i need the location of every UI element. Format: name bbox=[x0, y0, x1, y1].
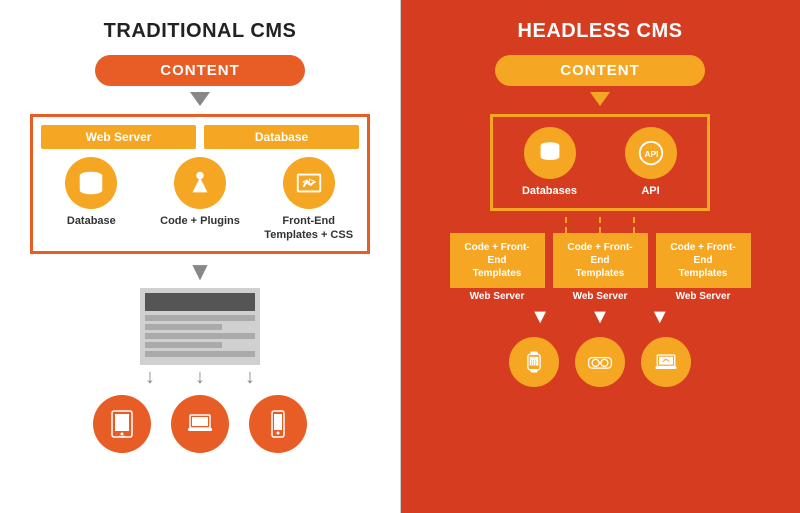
databases-icon-box: Databases bbox=[503, 127, 596, 198]
database-icon-box: Database bbox=[41, 157, 142, 243]
databases-icon-circle bbox=[524, 127, 576, 179]
svg-text:))): ))) bbox=[531, 359, 537, 366]
webpage-mockup bbox=[140, 288, 260, 365]
server-box-2: Code + Front-EndTemplates bbox=[553, 233, 648, 288]
server-box-1: Code + Front-EndTemplates bbox=[450, 233, 545, 288]
trad-arrow-center: ↓ bbox=[195, 367, 205, 387]
headless-devices-row: ))) bbox=[509, 333, 691, 387]
dashed-line-1 bbox=[565, 217, 567, 233]
database-badge: Database bbox=[204, 125, 359, 149]
smartwatch-icon: ))) bbox=[520, 348, 548, 376]
headless-laptop-icon bbox=[652, 348, 680, 376]
frontend-label: Front-EndTemplates + CSS bbox=[264, 214, 353, 243]
webpage-line-4 bbox=[145, 342, 222, 348]
headless-laptop-device bbox=[641, 337, 691, 387]
databases-label: Databases bbox=[522, 184, 577, 198]
plugins-icon-box: Code + Plugins bbox=[150, 157, 251, 243]
laptop-icon bbox=[184, 408, 216, 440]
api-icon: API bbox=[636, 138, 666, 168]
traditional-content-pill: CONTENT bbox=[95, 55, 305, 86]
headless-content-pill: CONTENT bbox=[495, 55, 705, 86]
traditional-devices-row bbox=[93, 395, 307, 453]
headless-title: HEADLESS CMS bbox=[518, 20, 683, 43]
panel-divider bbox=[400, 0, 401, 513]
headless-main-box: Databases API API bbox=[490, 114, 710, 211]
server-col-3: Code + Front-EndTemplates Web Server bbox=[656, 233, 751, 302]
server-label-2: Web Server bbox=[573, 291, 628, 302]
traditional-icons-row: Database Code + Plugins bbox=[41, 157, 359, 243]
headless-arrow-1 bbox=[590, 92, 610, 106]
dashed-line-2 bbox=[599, 217, 601, 233]
server-col-1: Code + Front-EndTemplates Web Server bbox=[450, 233, 545, 302]
phone-device bbox=[249, 395, 307, 453]
svg-text:</>: </> bbox=[302, 177, 316, 187]
server-label-3: Web Server bbox=[676, 291, 731, 302]
database-icon-circle bbox=[65, 157, 117, 209]
headless-cms-panel: HEADLESS CMS CONTENT Databases bbox=[400, 0, 800, 513]
database-label: Database bbox=[67, 214, 116, 228]
traditional-arrows-row: ↓ ↓ ↓ bbox=[145, 367, 255, 387]
webpage-line-3 bbox=[145, 333, 255, 339]
webpage-line-2 bbox=[145, 324, 222, 330]
vr-glasses-device bbox=[575, 337, 625, 387]
webpage-header bbox=[145, 293, 255, 311]
traditional-title: TRADITIONAL CMS bbox=[104, 20, 297, 43]
traditional-arrow-1 bbox=[190, 92, 210, 106]
server-label-1: Web Server bbox=[470, 291, 525, 302]
frontend-icon-box: </> Front-EndTemplates + CSS bbox=[258, 157, 359, 243]
frontend-icon-circle: </> bbox=[283, 157, 335, 209]
server-col-2: Code + Front-EndTemplates Web Server bbox=[553, 233, 648, 302]
traditional-cms-panel: TRADITIONAL CMS CONTENT Web Server Datab… bbox=[0, 0, 400, 513]
headless-arrows-row: ▼ ▼ ▼ bbox=[530, 306, 669, 329]
headless-dashed-lines bbox=[565, 217, 635, 233]
databases-icon bbox=[535, 138, 565, 168]
laptop-device bbox=[171, 395, 229, 453]
database-icon bbox=[76, 168, 106, 198]
plugins-label: Code + Plugins bbox=[160, 214, 240, 228]
headless-arrow-right: ▼ bbox=[650, 306, 670, 329]
trad-arrow-left: ↓ bbox=[145, 367, 155, 387]
trad-arrow-right: ↓ bbox=[245, 367, 255, 387]
api-icon-circle: API bbox=[625, 127, 677, 179]
tablet-device bbox=[93, 395, 151, 453]
webpage-line-5 bbox=[145, 351, 255, 357]
svg-text:API: API bbox=[644, 149, 658, 159]
frontend-icon: </> bbox=[294, 168, 324, 198]
api-label: API bbox=[641, 184, 659, 198]
tablet-icon bbox=[106, 408, 138, 440]
api-icon-box: API API bbox=[604, 127, 697, 198]
headless-arrow-left: ▼ bbox=[530, 306, 550, 329]
webpage-line-1 bbox=[145, 315, 255, 321]
traditional-main-box: Web Server Database Database bbox=[30, 114, 370, 254]
server-box-3: Code + Front-EndTemplates bbox=[656, 233, 751, 288]
headless-arrow-center: ▼ bbox=[590, 306, 610, 329]
web-server-badge: Web Server bbox=[41, 125, 196, 149]
dashed-line-3 bbox=[633, 217, 635, 233]
plugins-icon bbox=[185, 168, 215, 198]
plugins-icon-circle bbox=[174, 157, 226, 209]
traditional-arrow-2: ▼ bbox=[187, 258, 213, 284]
headless-server-boxes: Code + Front-EndTemplates Web Server Cod… bbox=[450, 233, 751, 302]
phone-icon bbox=[262, 408, 294, 440]
traditional-header-row: Web Server Database bbox=[41, 125, 359, 149]
headless-icons-row: Databases API API bbox=[503, 127, 697, 198]
vr-glasses-icon bbox=[586, 348, 614, 376]
smartwatch-device: ))) bbox=[509, 337, 559, 387]
